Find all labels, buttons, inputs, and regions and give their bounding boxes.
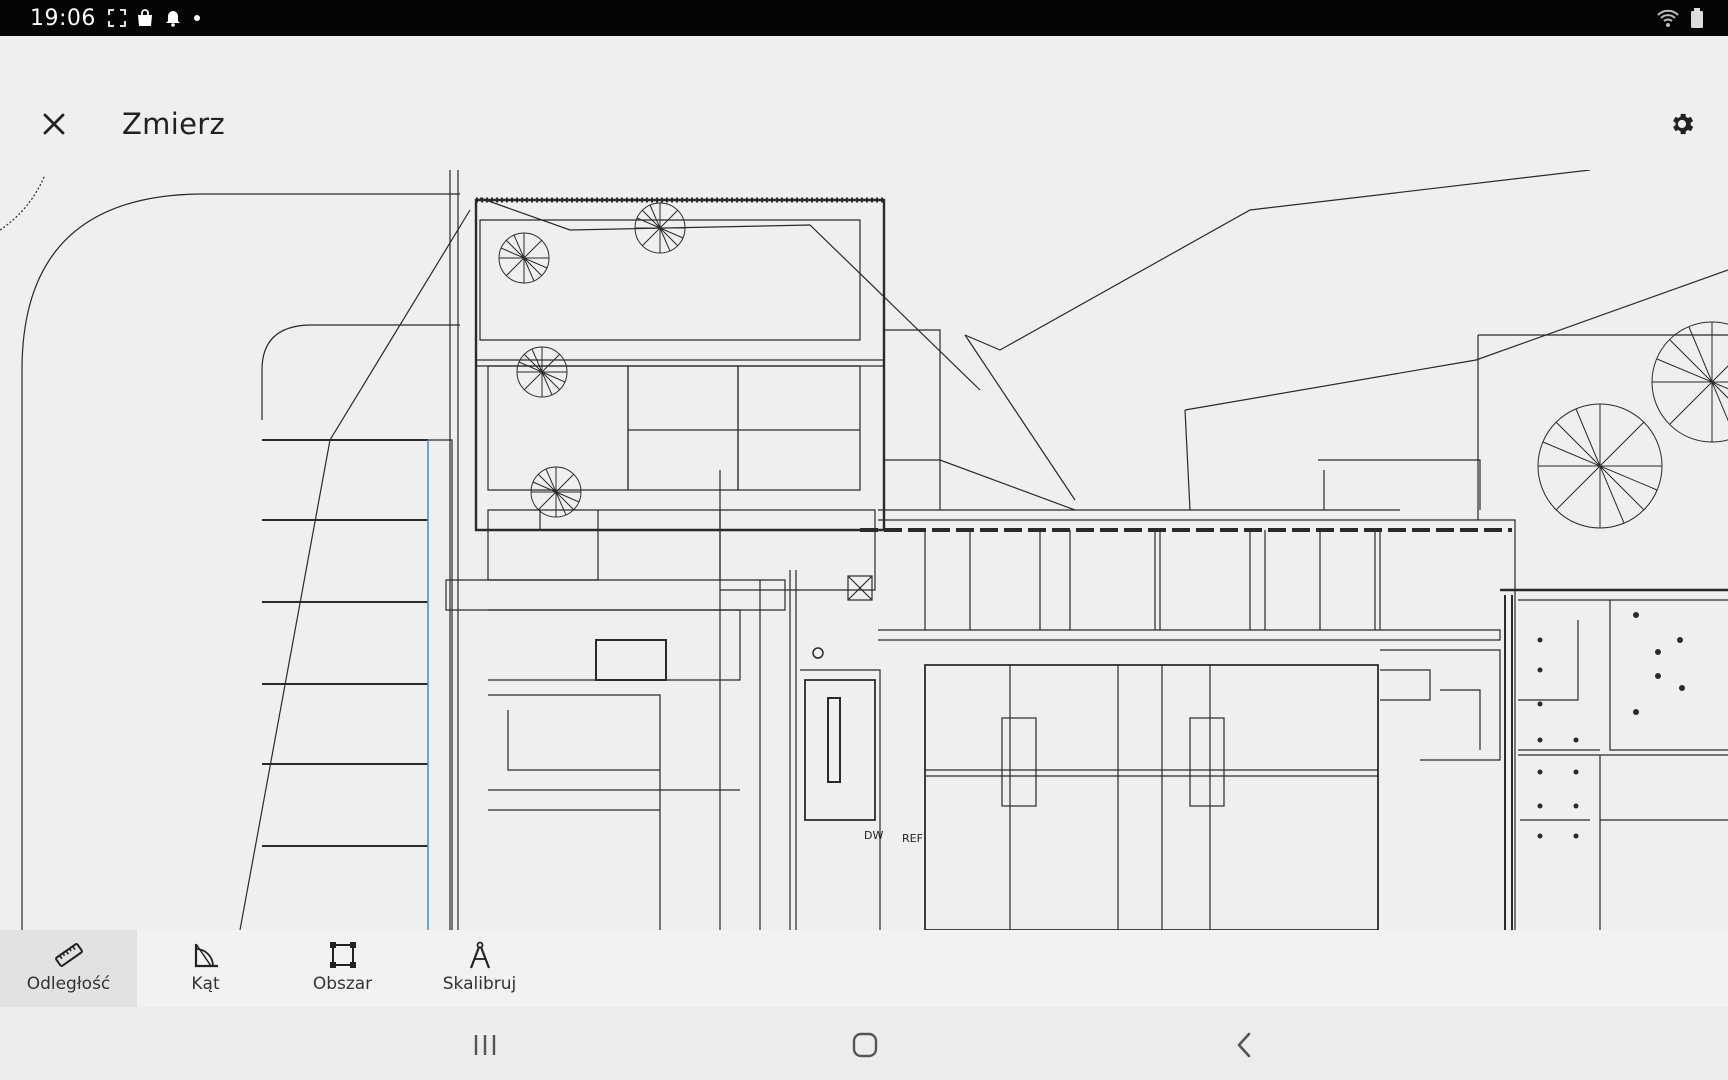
app-bar: Zmierz [0, 36, 1728, 171]
drawing-canvas[interactable]: DW REF [0, 170, 1728, 930]
measure-toolbar: Odległość Kąt Obszar Skalibruj [0, 930, 1728, 1007]
status-right-icons [1656, 0, 1704, 36]
tool-angle[interactable]: Kąt [137, 930, 274, 1007]
home-icon [852, 1032, 878, 1058]
system-nav-bar [0, 1007, 1728, 1080]
gear-icon [1673, 113, 1694, 135]
drawing-label-dw: DW [864, 829, 883, 842]
tool-calibrate[interactable]: Skalibruj [411, 930, 548, 1007]
settings-button[interactable] [1662, 104, 1702, 144]
back-icon [1237, 1032, 1251, 1058]
tree-symbol [1651, 321, 1728, 443]
tool-distance[interactable]: Odległość [0, 930, 137, 1007]
bell-icon [165, 11, 180, 27]
home-button[interactable] [835, 1025, 895, 1065]
recent-apps-button[interactable] [455, 1025, 515, 1065]
dot-icon [193, 15, 200, 21]
area-icon [329, 942, 356, 968]
ruler-icon [54, 943, 83, 967]
status-time: 19:06 [30, 5, 96, 31]
calibrate-icon [469, 941, 490, 969]
shopping-bag-icon [137, 9, 152, 26]
tool-calibrate-label: Skalibruj [442, 974, 517, 994]
close-icon [43, 113, 65, 135]
battery-icon [1691, 8, 1703, 28]
tree-symbol [634, 202, 686, 254]
tool-area-label: Obszar [312, 974, 373, 994]
status-bar: 19:06 [0, 0, 1728, 36]
tree-symbol [498, 232, 550, 284]
drawing-label-ref: REF [902, 832, 923, 845]
tool-angle-label: Kąt [191, 974, 220, 994]
angle-icon [194, 943, 218, 968]
status-left-icons [108, 9, 202, 27]
tree-symbol [516, 346, 568, 398]
screenshot-icon [108, 9, 126, 27]
wifi-icon [1657, 9, 1679, 27]
recent-apps-icon [474, 1035, 496, 1055]
close-button[interactable] [34, 104, 74, 144]
tool-distance-label: Odległość [26, 974, 111, 994]
tool-area[interactable]: Obszar [274, 930, 411, 1007]
tree-symbol [530, 466, 582, 518]
floor-plan-drawing[interactable]: DW REF [0, 170, 1728, 930]
back-button[interactable] [1214, 1025, 1274, 1065]
tree-symbol [1537, 403, 1663, 529]
page-title: Zmierz [122, 107, 225, 141]
